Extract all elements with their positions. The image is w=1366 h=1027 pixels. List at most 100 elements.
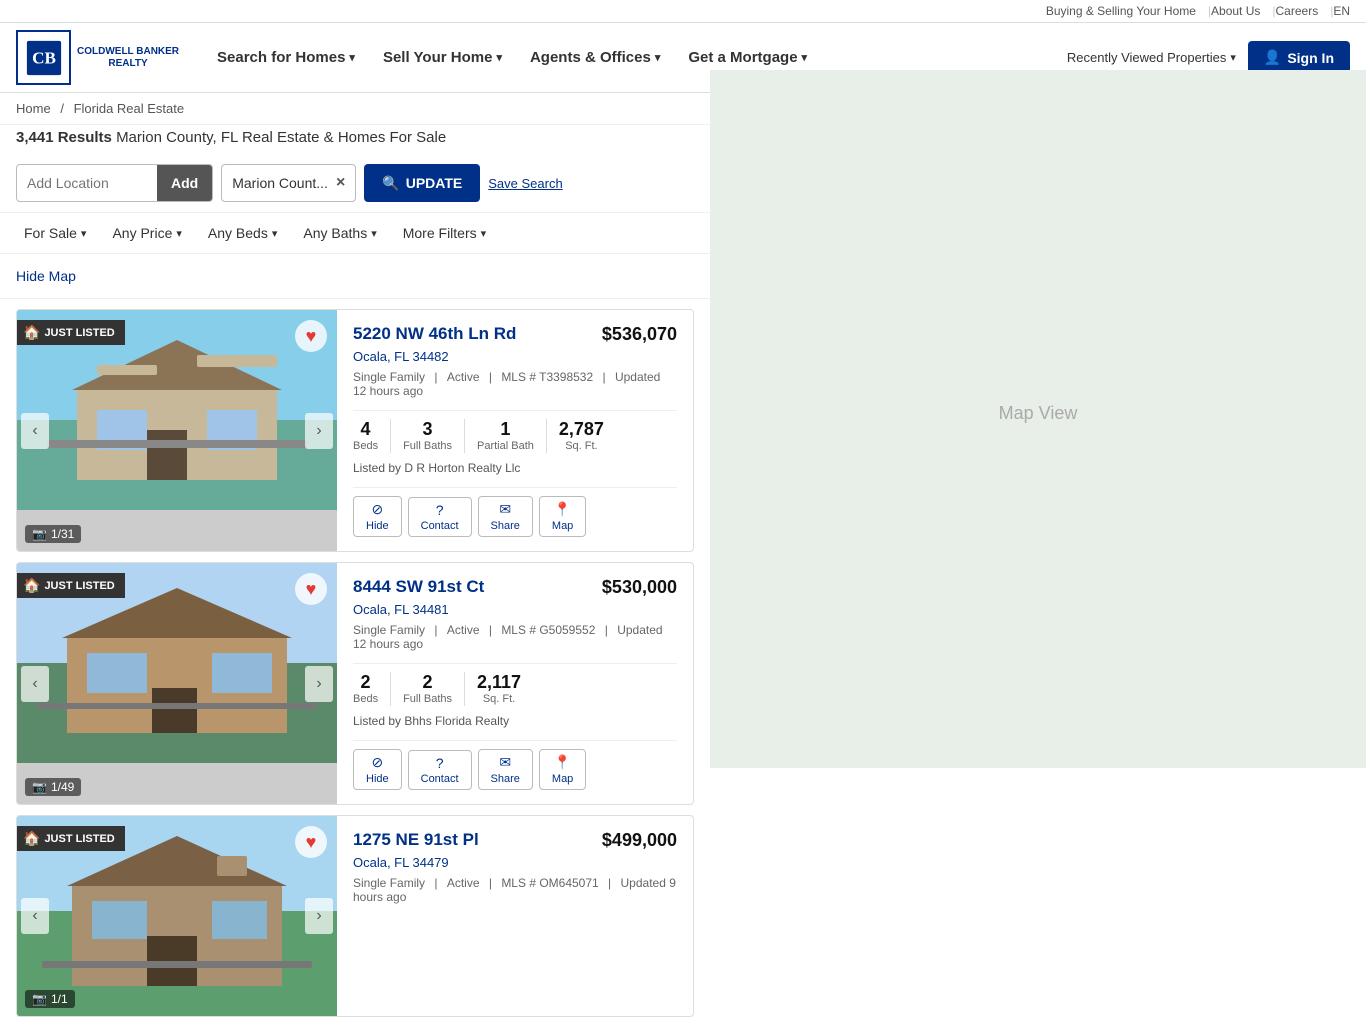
hide-icon: ⊘ bbox=[371, 754, 383, 771]
logo-svg: CB bbox=[25, 39, 63, 77]
chevron-down-icon: ▾ bbox=[81, 227, 87, 240]
listing-card: 🏠 JUST LISTED ♥ ‹ › 📷 1/49 8444 SW 91st … bbox=[16, 562, 694, 805]
location-input[interactable] bbox=[17, 169, 157, 197]
map-placeholder: Map View bbox=[710, 70, 1366, 768]
camera-icon: 📷 bbox=[32, 527, 47, 541]
prev-image-button[interactable]: ‹ bbox=[21, 898, 49, 934]
listing-address[interactable]: 5220 NW 46th Ln Rd bbox=[353, 324, 516, 344]
next-image-button[interactable]: › bbox=[305, 413, 333, 449]
listing-separator-1: | bbox=[434, 876, 440, 890]
contact-button[interactable]: ? Contact bbox=[408, 497, 472, 537]
hide-button[interactable]: ⊘ Hide bbox=[353, 496, 402, 537]
hide-button[interactable]: ⊘ Hide bbox=[353, 749, 402, 790]
photo-count: 📷 1/31 bbox=[25, 525, 81, 543]
search-icon: 🔍 bbox=[382, 175, 399, 192]
camera-icon: 📷 bbox=[32, 780, 47, 794]
map-icon: 📍 bbox=[554, 754, 571, 771]
favorite-button[interactable]: ♥ bbox=[295, 573, 327, 605]
favorite-button[interactable]: ♥ bbox=[295, 320, 327, 352]
listing-meta: Single Family | Active | MLS # T3398532 … bbox=[353, 370, 677, 398]
listing-mls: MLS # OM645071 bbox=[501, 876, 598, 890]
hide-icon: ⊘ bbox=[371, 501, 383, 518]
listing-header: 5220 NW 46th Ln Rd $536,070 bbox=[353, 324, 677, 345]
add-location-button[interactable]: Add bbox=[157, 164, 212, 202]
listing-details: 1275 NE 91st Pl $499,000 Ocala, FL 34479… bbox=[337, 816, 693, 1016]
filter-any-beds[interactable]: Any Beds ▾ bbox=[200, 221, 285, 245]
svg-text:CB: CB bbox=[32, 48, 56, 67]
chevron-down-icon: ▾ bbox=[371, 227, 377, 240]
next-image-button[interactable]: › bbox=[305, 898, 333, 934]
listing-price: $530,000 bbox=[602, 577, 677, 598]
listing-status: Active bbox=[447, 876, 480, 890]
listing-stats: 4 Beds 3 Full Baths 1 Partial Bath 2,787… bbox=[353, 410, 677, 453]
hide-map-link[interactable]: Hide Map bbox=[16, 268, 76, 284]
location-tag: Marion Count... × bbox=[221, 164, 356, 202]
top-link-buying[interactable]: Buying & Selling Your Home bbox=[1046, 4, 1196, 18]
top-link-about[interactable]: About Us bbox=[1211, 4, 1260, 18]
nav-search-for-homes[interactable]: Search for Homes ▾ bbox=[203, 41, 369, 74]
listing-city: Ocala, FL 34481 bbox=[353, 602, 677, 617]
map-button[interactable]: 📍 Map bbox=[539, 496, 586, 537]
save-search-link[interactable]: Save Search bbox=[488, 176, 562, 191]
update-search-button[interactable]: 🔍 UPDATE bbox=[364, 164, 480, 202]
top-link-en[interactable]: EN bbox=[1333, 4, 1350, 18]
nav-agents-offices[interactable]: Agents & Offices ▾ bbox=[516, 41, 674, 74]
breadcrumb-separator: / bbox=[60, 101, 64, 116]
listing-image-wrap: 🏠 JUST LISTED ♥ ‹ › 📷 1/31 bbox=[17, 310, 337, 551]
listings-container: 🏠 JUST LISTED ♥ ‹ › 📷 1/31 5220 NW 46th … bbox=[0, 309, 710, 1017]
listing-separator-1: | bbox=[434, 623, 440, 637]
recently-viewed-btn[interactable]: Recently Viewed Properties ▾ bbox=[1067, 50, 1236, 65]
filter-any-price[interactable]: Any Price ▾ bbox=[104, 221, 189, 245]
logo-box: CB bbox=[16, 30, 71, 85]
top-bar: Buying & Selling Your Home | About Us | … bbox=[0, 0, 1366, 23]
stat-full-baths: 2 Full Baths bbox=[403, 672, 465, 706]
listing-mls: MLS # T3398532 bbox=[501, 370, 593, 384]
map-button[interactable]: 📍 Map bbox=[539, 749, 586, 790]
listing-address[interactable]: 8444 SW 91st Ct bbox=[353, 577, 484, 597]
breadcrumb-section[interactable]: Florida Real Estate bbox=[74, 101, 185, 116]
stat-sqft: 2,787 Sq. Ft. bbox=[559, 419, 616, 453]
listing-details: 5220 NW 46th Ln Rd $536,070 Ocala, FL 34… bbox=[337, 310, 693, 551]
listing-type: Single Family bbox=[353, 370, 425, 384]
next-image-button[interactable]: › bbox=[305, 666, 333, 702]
listing-separator-3: | bbox=[608, 876, 614, 890]
stat-beds: 2 Beds bbox=[353, 672, 391, 706]
share-icon: ✉ bbox=[499, 754, 511, 771]
just-listed-badge: 🏠 JUST LISTED bbox=[17, 826, 125, 851]
listing-image-wrap: 🏠 JUST LISTED ♥ ‹ › 📷 1/49 bbox=[17, 563, 337, 804]
just-listed-badge: 🏠 JUST LISTED bbox=[17, 573, 125, 598]
chevron-down-icon: ▾ bbox=[496, 51, 502, 64]
nav-sell-your-home[interactable]: Sell Your Home ▾ bbox=[369, 41, 516, 74]
listing-separator-3: | bbox=[603, 370, 609, 384]
share-button[interactable]: ✉ Share bbox=[478, 496, 533, 537]
chevron-down-icon: ▾ bbox=[349, 51, 355, 64]
photo-count: 📷 1/49 bbox=[25, 778, 81, 796]
stat-beds: 4 Beds bbox=[353, 419, 391, 453]
share-button[interactable]: ✉ Share bbox=[478, 749, 533, 790]
logo-area[interactable]: CB COLDWELL BANKER REALTY bbox=[16, 30, 179, 85]
remove-location-button[interactable]: × bbox=[336, 174, 345, 192]
photo-count: 📷 1/1 bbox=[25, 990, 75, 1008]
listing-separator-1: | bbox=[434, 370, 440, 384]
user-icon: 👤 bbox=[1264, 49, 1281, 66]
top-link-careers[interactable]: Careers bbox=[1276, 4, 1319, 18]
listed-by: Listed by Bhhs Florida Realty bbox=[353, 714, 677, 728]
listing-details: 8444 SW 91st Ct $530,000 Ocala, FL 34481… bbox=[337, 563, 693, 804]
listing-status: Active bbox=[447, 623, 480, 637]
chevron-down-icon: ▾ bbox=[272, 227, 278, 240]
filter-for-sale[interactable]: For Sale ▾ bbox=[16, 221, 94, 245]
contact-button[interactable]: ? Contact bbox=[408, 750, 472, 790]
filter-more[interactable]: More Filters ▾ bbox=[395, 221, 494, 245]
camera-icon: 📷 bbox=[32, 992, 47, 1006]
listing-address[interactable]: 1275 NE 91st Pl bbox=[353, 830, 479, 850]
share-icon: ✉ bbox=[499, 501, 511, 518]
breadcrumb-home[interactable]: Home bbox=[16, 101, 51, 116]
prev-image-button[interactable]: ‹ bbox=[21, 413, 49, 449]
listing-separator-2: | bbox=[489, 623, 495, 637]
results-subtitle: Marion County, FL Real Estate & Homes Fo… bbox=[116, 129, 446, 146]
prev-image-button[interactable]: ‹ bbox=[21, 666, 49, 702]
listing-type: Single Family bbox=[353, 623, 425, 637]
filter-any-baths[interactable]: Any Baths ▾ bbox=[295, 221, 384, 245]
listing-meta: Single Family | Active | MLS # OM645071 … bbox=[353, 876, 677, 904]
logo-text: COLDWELL BANKER REALTY bbox=[77, 46, 179, 70]
